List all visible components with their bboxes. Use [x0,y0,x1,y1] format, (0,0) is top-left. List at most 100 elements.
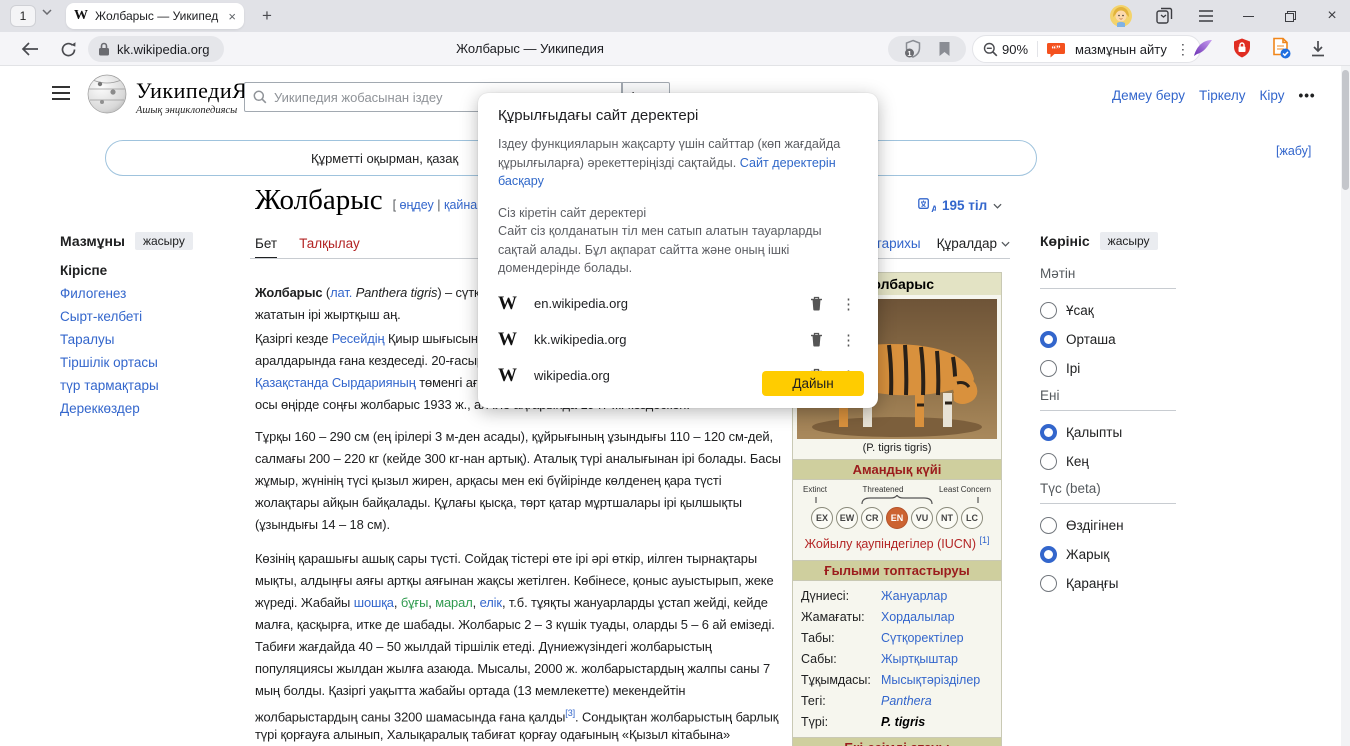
header-more-icon[interactable]: ••• [1298,88,1315,103]
page-scrollbar[interactable] [1341,66,1350,746]
radio-label: Өздігінен [1066,518,1124,533]
scrollbar-thumb[interactable] [1342,70,1349,190]
taxonomy-value[interactable]: Хордалылар [881,607,955,628]
address-bar[interactable]: kk.wikipedia.org [88,36,224,62]
toolbar-kebab-icon[interactable]: ⋮ [1176,41,1190,58]
taxonomy-value[interactable]: Сүтқоректілер [881,628,964,649]
window-minimize-button[interactable] [1238,6,1258,26]
article-paragraph: Көзінің қарашығы ашық сары түсті. Сойдақ… [255,548,793,746]
toc-item[interactable]: Дереккөздер [60,402,240,416]
taxonomy-label: Сабы: [801,649,881,670]
taxonomy-label: Дүниесі: [801,586,881,607]
taxonomy-value[interactable]: Panthera [881,691,932,712]
tracker-shield-icon[interactable]: 1 [903,39,923,59]
reload-button[interactable] [58,39,78,59]
site-row: Wen.wikipedia.org⋮ [498,286,858,322]
new-tab-button[interactable]: + [256,5,278,27]
iucn-status-line[interactable]: Жойылу қаупіндегілер (IUCN) [1] [797,529,997,558]
tab-strip: 1 W Жолбарыс — Уикипед × + × [0,0,1350,32]
side-panels-icon[interactable] [1154,6,1174,26]
toc-item[interactable]: Сырт-келбеті [60,310,240,324]
taxonomy-label: Тегі: [801,691,881,712]
radio-selected-icon[interactable] [1040,546,1057,563]
taxonomy-value[interactable]: Жануарлар [881,586,947,607]
binomial-header: Екі-есімді атауы [793,737,1001,746]
taxonomy-value[interactable]: Жыртқыштар [881,649,958,670]
tab-talk[interactable]: Талқылау [299,236,360,259]
tab-count-button[interactable]: 1 [10,5,36,27]
site-kebab-icon[interactable]: ⋮ [841,295,856,313]
svg-text:A: A [931,204,936,213]
appearance-radio-option[interactable]: Қараңғы [1040,574,1176,592]
yandex-feather-extension-icon[interactable] [1192,38,1214,58]
appearance-radio-option[interactable]: Ұсақ [1040,301,1176,319]
appearance-radio-option[interactable]: Өздігінен [1040,516,1176,534]
lock-icon[interactable] [98,42,110,56]
profile-avatar[interactable] [1110,5,1132,27]
appearance-hide-button[interactable]: жасыру [1100,232,1158,250]
banner-text: Құрметті оқырман, қазақ [106,151,458,166]
login-link[interactable]: Кіру [1259,88,1284,103]
tab-article[interactable]: Бет [255,236,277,259]
tab-list-chevron-icon[interactable] [42,9,52,15]
radio-icon[interactable] [1040,575,1057,592]
radio-icon[interactable] [1040,453,1057,470]
taxonomy-value[interactable]: Мысықтәрізділер [881,670,980,691]
taxonomy-row: Жамағаты:Хордалылар [801,607,993,628]
radio-icon[interactable] [1040,360,1057,377]
delete-site-icon[interactable] [810,332,823,347]
appearance-radio-option[interactable]: Кең [1040,452,1176,470]
radio-selected-icon[interactable] [1040,424,1057,441]
iucn-label-extinct: Extinct [803,486,827,494]
read-aloud-label[interactable]: мазмұнын айту [1075,42,1167,57]
delete-site-icon[interactable] [810,296,823,311]
language-selector[interactable]: A 195 тіл [918,198,1002,213]
window-restore-button[interactable] [1280,6,1300,26]
adblock-shield-extension-icon[interactable] [1232,38,1252,58]
tab-close-icon[interactable]: × [228,9,236,24]
toc-item[interactable]: Кіріспе [60,264,240,278]
done-button[interactable]: Дайын [762,371,864,396]
radio-selected-icon[interactable] [1040,331,1057,348]
document-check-extension-icon[interactable] [1270,37,1292,59]
divider [1037,41,1038,57]
toc-item[interactable]: Таралуы [60,333,240,347]
iucn-circle-ew: EW [836,507,858,529]
radio-icon[interactable] [1040,302,1057,319]
table-of-contents: Мазмұны жасыру КіріспеФилогенезСырт-келб… [60,232,240,425]
site-domain: kk.wikipedia.org [534,332,810,347]
appearance-radio-option[interactable]: Орташа [1040,330,1176,348]
register-link[interactable]: Тіркелу [1199,88,1246,103]
browser-menu-icon[interactable] [1196,6,1216,26]
dialog-intro: Іздеу функцияларын жақсарту үшін сайттар… [498,135,856,191]
site-kebab-icon[interactable]: ⋮ [841,331,856,349]
taxonomy-row: Табы:Сүтқоректілер [801,628,993,649]
wikipedia-wordmark[interactable]: УикипедиЯ Ашық энциклопедиясы [136,78,247,116]
appearance-radio-option[interactable]: Ірі [1040,359,1176,377]
downloads-icon[interactable] [1310,40,1326,57]
radio-icon[interactable] [1040,517,1057,534]
iucn-label-least-concern: Least Concern [939,486,991,494]
chevron-down-icon [993,203,1002,209]
toc-item[interactable]: Филогенез [60,287,240,301]
toc-hide-button[interactable]: жасыру [135,232,193,250]
donate-link[interactable]: Демеу беру [1112,88,1185,103]
back-button[interactable] [20,39,40,59]
zoom-control[interactable]: 90% [983,42,1028,57]
toc-item[interactable]: Тіршілік ортасы [60,356,240,370]
browser-tab[interactable]: W Жолбарыс — Уикипед × [66,3,244,29]
bookmark-icon[interactable] [938,41,951,57]
tools-menu[interactable]: Құралдар [937,236,1010,251]
iucn-circle-en: EN [886,507,908,529]
wikipedia-globe-logo[interactable] [86,72,128,116]
article-text-line: Көзінің қарашығы ашық сары түсті. Сойдақ… [255,548,793,570]
page-title: Жолбарыс — Уикипедия [420,41,640,56]
wiki-menu-icon[interactable] [52,86,70,100]
window-close-button[interactable]: × [1322,6,1342,26]
appearance-radio-option[interactable]: Жарық [1040,545,1176,563]
toc-item[interactable]: түр тармақтары [60,379,240,393]
read-aloud-icon[interactable]: “” [1047,41,1066,58]
iucn-circle-nt: NT [936,507,958,529]
banner-close-link[interactable]: [жабу] [1276,144,1311,158]
appearance-radio-option[interactable]: Қалыпты [1040,423,1176,441]
